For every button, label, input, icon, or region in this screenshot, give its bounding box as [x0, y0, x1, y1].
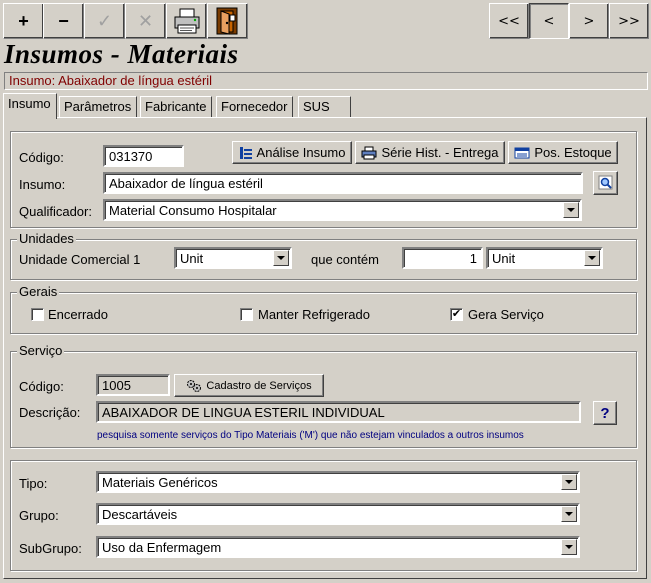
print-button[interactable]: [166, 3, 207, 39]
checkmark-icon: ✔: [451, 308, 462, 320]
exit-door-icon: [216, 7, 237, 35]
encerrado-checkbox[interactable]: [31, 308, 44, 321]
que-contem-label: que contém: [311, 252, 379, 267]
chevron-down-icon[interactable]: [561, 539, 577, 555]
chevron-down-icon[interactable]: [561, 474, 577, 490]
contem-unit-select[interactable]: Unit: [486, 247, 603, 269]
tab-insumo[interactable]: Insumo: [3, 93, 57, 119]
chevron-down-icon[interactable]: [561, 506, 577, 522]
gera-servico-checkbox[interactable]: ✔: [450, 308, 463, 321]
contem-unit-value: Unit: [492, 251, 516, 266]
codigo-input[interactable]: 031370: [103, 145, 184, 167]
unidade-comercial-select[interactable]: Unit: [174, 247, 292, 269]
unidade-comercial-value: Unit: [180, 251, 204, 266]
qualificador-select[interactable]: Material Consumo Hospitalar: [103, 199, 582, 221]
tipo-label: Tipo:: [19, 476, 48, 491]
nav-prior-button[interactable]: <: [529, 3, 569, 39]
remove-button[interactable]: −: [43, 3, 84, 39]
subgrupo-value: Uso da Enfermagem: [102, 540, 222, 555]
gears-icon: [187, 379, 202, 392]
insumo-label: Insumo:: [19, 177, 66, 192]
cadastro-servicos-label: Cadastro de Serviços: [206, 379, 312, 392]
insumo-input[interactable]: Abaixador de língua estéril: [103, 172, 583, 194]
tab-sus[interactable]: SUS: [298, 96, 351, 117]
subgrupo-select[interactable]: Uso da Enfermagem: [96, 536, 580, 558]
encerrado-label: Encerrado: [48, 307, 108, 322]
chevron-down-icon[interactable]: [584, 250, 600, 266]
gera-servico-label: Gera Serviço: [468, 307, 544, 322]
cadastro-servicos-button[interactable]: Cadastro de Serviços: [174, 374, 324, 397]
nav-first-button[interactable]: <<: [489, 3, 529, 39]
analysis-icon: [239, 146, 252, 159]
cancel-button[interactable]: ✕: [125, 3, 166, 39]
servico-descricao-label: Descrição:: [19, 405, 81, 420]
servico-codigo-label: Código:: [19, 379, 64, 394]
serie-historica-label: Série Hist. - Entrega: [381, 145, 499, 160]
gerais-legend: Gerais: [17, 284, 60, 299]
manter-refrigerado-label: Manter Refrigerado: [258, 307, 370, 322]
qualificador-label: Qualificador:: [19, 204, 92, 219]
record-status-bar: Insumo: Abaixador de língua estéril: [4, 72, 648, 90]
help-button[interactable]: ?: [593, 401, 617, 425]
analise-insumo-label: Análise Insumo: [256, 145, 346, 160]
analise-insumo-button[interactable]: Análise Insumo: [232, 141, 352, 164]
confirm-button[interactable]: ✓: [84, 3, 125, 39]
servico-search-hint: pesquisa somente serviços do Tipo Materi…: [97, 430, 524, 441]
printer-icon: [174, 8, 199, 34]
exit-button[interactable]: [207, 3, 248, 39]
nav-last-button[interactable]: >>: [609, 3, 649, 39]
qualificador-value: Material Consumo Hospitalar: [109, 203, 277, 218]
contem-quantity-input[interactable]: 1: [402, 247, 483, 269]
tab-parametros[interactable]: Parâmetros: [59, 96, 138, 117]
search-icon: [598, 175, 612, 190]
tab-fornecedor[interactable]: Fornecedor: [216, 96, 294, 117]
pos-estoque-button[interactable]: Pos. Estoque: [508, 141, 618, 164]
tipo-value: Materiais Genéricos: [102, 475, 218, 490]
stock-icon: [514, 147, 530, 158]
printer-small-icon: [361, 146, 377, 159]
unidade-comercial-label: Unidade Comercial 1: [19, 252, 141, 267]
page-title: Insumos - Materiais: [4, 39, 239, 69]
unidades-legend: Unidades: [17, 231, 76, 246]
grupo-value: Descartáveis: [102, 507, 178, 522]
tab-fabricante[interactable]: Fabricante: [140, 96, 213, 117]
codigo-label: Código:: [19, 150, 64, 165]
search-insumo-button[interactable]: [593, 171, 618, 195]
servico-descricao-input[interactable]: ABAIXADOR DE LINGUA ESTERIL INDIVIDUAL: [96, 401, 581, 423]
manter-refrigerado-checkbox[interactable]: [240, 308, 253, 321]
pos-estoque-label: Pos. Estoque: [534, 145, 612, 160]
add-button[interactable]: +: [3, 3, 44, 39]
tipo-select[interactable]: Materiais Genéricos: [96, 471, 580, 493]
chevron-down-icon[interactable]: [563, 202, 579, 218]
grupo-label: Grupo:: [19, 508, 59, 523]
subgrupo-label: SubGrupo:: [19, 541, 82, 556]
chevron-down-icon[interactable]: [273, 250, 289, 266]
serie-historica-button[interactable]: Série Hist. - Entrega: [355, 141, 505, 164]
servico-codigo-input[interactable]: 1005: [96, 374, 170, 396]
servico-legend: Serviço: [17, 343, 65, 358]
grupo-select[interactable]: Descartáveis: [96, 503, 580, 525]
nav-next-button[interactable]: >: [569, 3, 609, 39]
